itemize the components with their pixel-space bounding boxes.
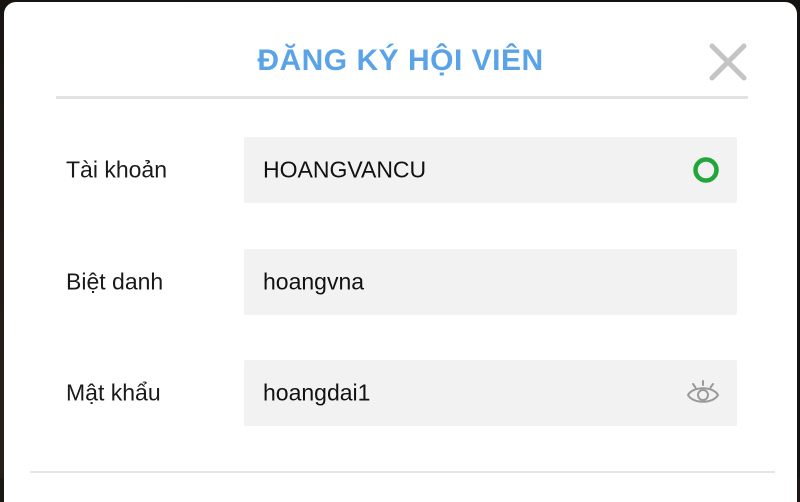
account-field[interactable]: HOANGVANCU xyxy=(244,137,737,203)
account-label: Tài khoản xyxy=(66,156,168,183)
nickname-row: Biệt danh hoangvna xyxy=(4,249,797,315)
register-dialog: ĐĂNG KÝ HỘI VIÊN Tài khoản HOANGVANCU Bi… xyxy=(4,2,797,502)
close-icon xyxy=(709,43,747,81)
password-row: Mật khẩu hoangdai1 xyxy=(4,360,797,426)
nickname-label: Biệt danh xyxy=(66,268,164,295)
password-value: hoangdai1 xyxy=(263,379,371,406)
nickname-value: hoangvna xyxy=(263,268,365,295)
dialog-title: ĐĂNG KÝ HỘI VIÊN xyxy=(257,44,544,77)
password-label: Mật khẩu xyxy=(66,379,161,406)
account-value: HOANGVANCU xyxy=(263,156,427,183)
nickname-field[interactable]: hoangvna xyxy=(244,249,737,315)
password-field[interactable]: hoangdai1 xyxy=(244,360,737,426)
header-divider xyxy=(56,96,748,99)
footer-divider xyxy=(30,471,775,473)
valid-check-circle-icon xyxy=(691,155,721,185)
close-button[interactable] xyxy=(706,40,750,84)
eye-icon[interactable] xyxy=(685,378,721,408)
dialog-header: ĐĂNG KÝ HỘI VIÊN xyxy=(4,2,797,97)
account-row: Tài khoản HOANGVANCU xyxy=(4,137,797,203)
